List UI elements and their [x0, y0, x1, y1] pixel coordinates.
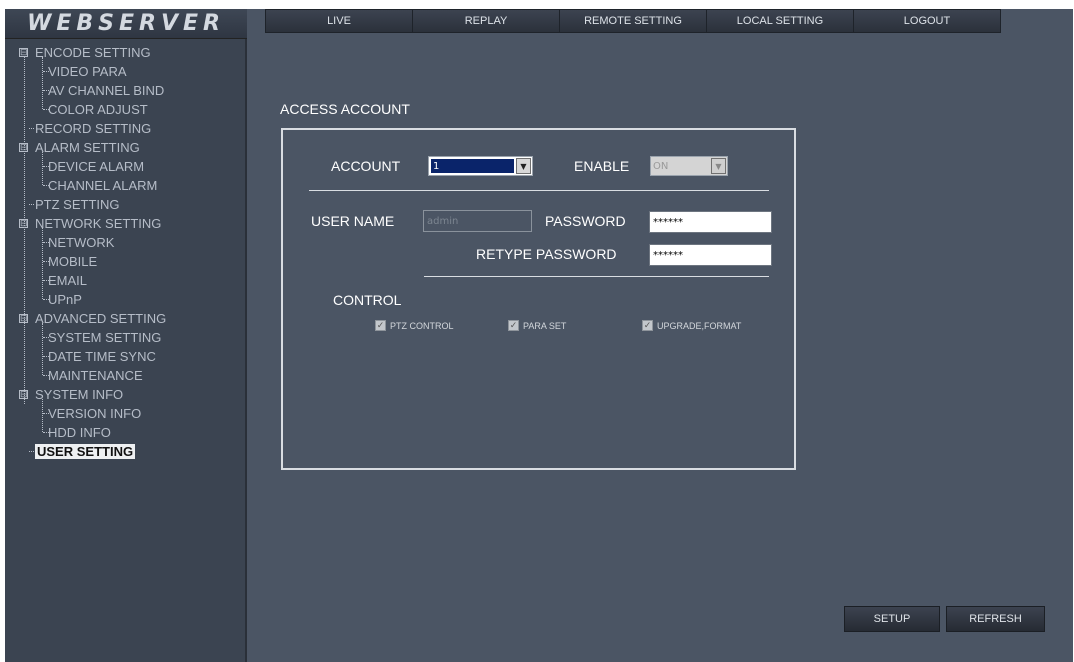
tree-item-record-setting[interactable]: RECORD SETTING [5, 119, 245, 138]
enable-select[interactable]: ON ▼ [650, 156, 728, 176]
tree-item-network-setting[interactable]: ⊟ NETWORK SETTING [5, 214, 245, 233]
divider [309, 190, 769, 191]
tree-item-av-channel-bind[interactable]: AV CHANNEL BIND [5, 81, 245, 100]
ptz-control-checkbox[interactable]: ✓ PTZ CONTROL [375, 320, 454, 331]
ptz-control-label: PTZ CONTROL [390, 320, 454, 331]
para-set-label: PARA SET [523, 320, 567, 331]
setup-button[interactable]: SETUP [844, 606, 940, 632]
username-label: USER NAME [311, 213, 395, 229]
nav-remote-setting[interactable]: REMOTE SETTING [560, 10, 707, 32]
tree-item-user-setting[interactable]: USER SETTING [5, 442, 245, 461]
password-label: PASSWORD [545, 213, 626, 229]
collapse-icon[interactable]: ⊟ [19, 48, 28, 57]
section-title: ACCESS ACCOUNT [280, 101, 410, 117]
tree-item-system-setting[interactable]: SYSTEM SETTING [5, 328, 245, 347]
tree-item-email[interactable]: EMAIL [5, 271, 245, 290]
tree-item-video-para[interactable]: VIDEO PARA [5, 62, 245, 81]
tree-item-network[interactable]: NETWORK [5, 233, 245, 252]
checkmark-icon: ✓ [508, 320, 519, 331]
checkmark-icon: ✓ [642, 320, 653, 331]
divider [424, 276, 769, 277]
enable-select-value: ON [653, 160, 669, 172]
upgrade-format-checkbox[interactable]: ✓ UPGRADE,FORMAT [642, 320, 741, 331]
collapse-icon[interactable]: ⊟ [19, 143, 28, 152]
tree-item-color-adjust[interactable]: COLOR ADJUST [5, 100, 245, 119]
retype-password-label: RETYPE PASSWORD [476, 246, 617, 262]
access-account-panel: ACCOUNT 1 ▼ ENABLE ON ▼ USER NAME admin … [281, 128, 796, 470]
tree-item-system-info[interactable]: ⊟ SYSTEM INFO [5, 385, 245, 404]
webserver-logo: WEBSERVER [5, 9, 247, 39]
tree-item-encode-setting[interactable]: ⊟ ENCODE SETTING [5, 43, 245, 62]
tree-item-channel-alarm[interactable]: CHANNEL ALARM [5, 176, 245, 195]
control-label: CONTROL [333, 292, 402, 308]
main-content: ACCESS ACCOUNT ACCOUNT 1 ▼ ENABLE ON ▼ U… [249, 39, 1073, 662]
tree-item-hdd-info[interactable]: HDD INFO [5, 423, 245, 442]
nav-replay[interactable]: REPLAY [413, 10, 560, 32]
upgrade-format-label: UPGRADE,FORMAT [657, 320, 742, 331]
tree-item-date-time-sync[interactable]: DATE TIME SYNC [5, 347, 245, 366]
chevron-down-icon[interactable]: ▼ [711, 158, 726, 174]
para-set-checkbox[interactable]: ✓ PARA SET [508, 320, 566, 331]
retype-password-field[interactable]: ****** [649, 244, 772, 266]
chevron-down-icon[interactable]: ▼ [516, 158, 531, 174]
account-label: ACCOUNT [331, 158, 401, 174]
refresh-button[interactable]: REFRESH [946, 606, 1045, 632]
collapse-icon[interactable]: ⊟ [19, 314, 28, 323]
checkmark-icon: ✓ [375, 320, 386, 331]
nav-live[interactable]: LIVE [266, 10, 413, 32]
settings-tree-sidebar: ⊟ ENCODE SETTING VIDEO PARA AV CHANNEL BI… [5, 39, 247, 662]
tree-item-upnp[interactable]: UPnP [5, 290, 245, 309]
top-navigation: LIVE REPLAY REMOTE SETTING LOCAL SETTING… [265, 9, 1001, 33]
webserver-window: WEBSERVER LIVE REPLAY REMOTE SETTING LOC… [5, 9, 1073, 662]
password-field[interactable]: ****** [649, 211, 772, 233]
nav-logout[interactable]: LOGOUT [854, 10, 1000, 32]
tree-item-ptz-setting[interactable]: PTZ SETTING [5, 195, 245, 214]
collapse-icon[interactable]: ⊟ [19, 390, 28, 399]
tree-item-advanced-setting[interactable]: ⊟ ADVANCED SETTING [5, 309, 245, 328]
tree-item-version-info[interactable]: VERSION INFO [5, 404, 245, 423]
nav-local-setting[interactable]: LOCAL SETTING [707, 10, 854, 32]
tree-item-mobile[interactable]: MOBILE [5, 252, 245, 271]
tree-item-device-alarm[interactable]: DEVICE ALARM [5, 157, 245, 176]
tree-item-maintenance[interactable]: MAINTENANCE [5, 366, 245, 385]
account-select[interactable]: 1 ▼ [428, 156, 533, 176]
username-field[interactable]: admin [423, 210, 532, 232]
account-select-value: 1 [431, 159, 514, 173]
tree-item-alarm-setting[interactable]: ⊟ ALARM SETTING [5, 138, 245, 157]
collapse-icon[interactable]: ⊟ [19, 219, 28, 228]
enable-label: ENABLE [574, 158, 630, 174]
logo-text: WEBSERVER [27, 11, 225, 36]
settings-tree: ⊟ ENCODE SETTING VIDEO PARA AV CHANNEL BI… [5, 43, 245, 461]
